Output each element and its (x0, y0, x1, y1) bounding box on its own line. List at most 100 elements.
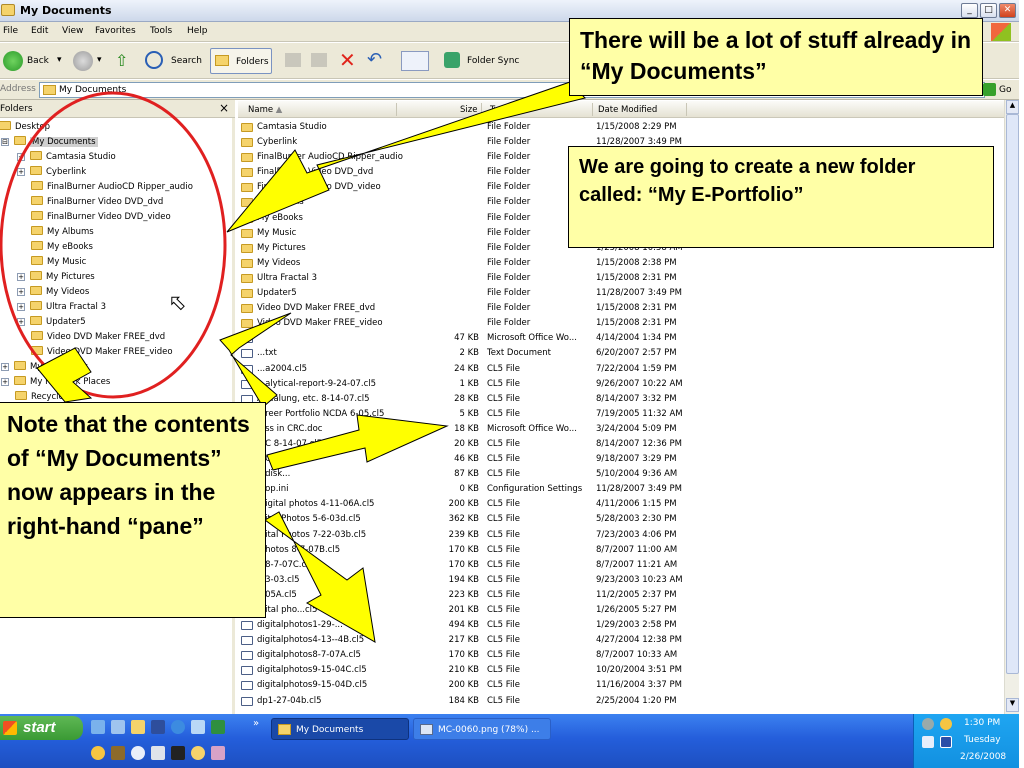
menu-edit[interactable]: Edit (31, 26, 48, 36)
file-row[interactable]: ...C 8-14-07.cl5 20 KB CL5 File 8/14/2007 1… (241, 437, 1001, 452)
column-divider[interactable] (481, 103, 482, 116)
tree-expander-icon[interactable]: + (17, 273, 25, 281)
undo-icon[interactable]: ↶ (367, 49, 382, 71)
file-row[interactable]: ...C C... 46 KB CL5 File 9/18/2007 3:29 PM (241, 452, 1001, 467)
back-arrow-icon[interactable] (3, 51, 23, 71)
quick-launch-icon[interactable] (91, 720, 105, 734)
search-button-label[interactable]: Search (171, 56, 202, 66)
quick-launch-icon[interactable] (211, 746, 225, 760)
tree-expander-icon[interactable]: + (17, 303, 25, 311)
tray-icon[interactable] (922, 718, 934, 730)
tree-item[interactable]: + My Videos (0, 286, 233, 301)
menu-view[interactable]: View (62, 26, 83, 36)
quick-launch-icon[interactable] (131, 746, 145, 760)
column-name[interactable]: Name ▲ (248, 105, 282, 115)
tree-item[interactable]: Desktop (0, 121, 233, 136)
tree-item[interactable]: My Albums (0, 226, 233, 241)
quick-launch-expand-icon[interactable]: » (253, 718, 259, 729)
column-divider[interactable] (396, 103, 397, 116)
clock-time[interactable]: 1:30 PM (964, 718, 1000, 728)
search-icon[interactable] (145, 51, 163, 69)
file-row[interactable]: Camtasia Studio File Folder 1/15/2008 2:29… (241, 120, 1001, 135)
file-row[interactable]: Video DVD Maker FREE_dvd File Folder 1/15/… (241, 301, 1001, 316)
quick-launch-icon[interactable] (131, 720, 145, 734)
column-divider[interactable] (686, 103, 687, 116)
excel-icon[interactable] (211, 720, 225, 734)
scroll-down-icon[interactable]: ▼ (1006, 698, 1019, 712)
file-row[interactable]: ...txt 2 KB Text Document 6/20/2007 2:57 PM (241, 346, 1001, 361)
quick-launch-icon[interactable] (151, 720, 165, 734)
tree-item[interactable]: FinalBurner AudioCD Ripper_audio (0, 181, 233, 196)
tree-item[interactable]: + My Computer (0, 361, 233, 376)
up-folder-icon[interactable]: ⇧ (115, 52, 133, 70)
file-row[interactable]: ...8-7-07C.cl5 170 KB CL5 File 8/7/2007 11:… (241, 558, 1001, 573)
file-row[interactable]: ...ital Photos 7-22-03b.cl5 239 KB CL5 Fil… (241, 528, 1001, 543)
file-row[interactable]: ...3-03.cl5 194 KB CL5 File 9/23/2003 10:23… (241, 573, 1001, 588)
file-row[interactable]: dp1-27-04b.cl5 184 KB CL5 File 2/25/2004 1:… (241, 694, 1001, 709)
tree-expander-icon[interactable]: + (17, 288, 25, 296)
folders-button[interactable]: Folders (210, 48, 272, 74)
column-date-modified[interactable]: Date Modified (598, 105, 657, 115)
internet-explorer-icon[interactable] (171, 720, 185, 734)
move-to-icon[interactable] (285, 53, 301, 67)
file-row[interactable]: ...op.ini 0 KB Configuration Settings 11/28… (241, 482, 1001, 497)
tree-expander-icon[interactable]: + (17, 318, 25, 326)
quick-launch-icon[interactable] (91, 746, 105, 760)
close-window-button[interactable]: ✕ (999, 3, 1016, 18)
file-row[interactable]: ...ital pho...cl5 201 KB CL5 File 1/26/2005… (241, 603, 1001, 618)
folder-sync-label[interactable]: Folder Sync (467, 56, 519, 66)
file-row[interactable]: ...igital photos 4-11-06A.cl5 200 KB CL5 F… (241, 497, 1001, 512)
menu-help[interactable]: Help (187, 26, 208, 36)
maximize-button[interactable]: □ (980, 3, 997, 18)
taskbar-button-image-viewer[interactable]: MC-0060.png (78%) ... (413, 718, 551, 740)
tree-item[interactable]: + My Network Places (0, 376, 233, 391)
file-row[interactable]: digitalphotos1-29-... 494 KB CL5 File 1/29/… (241, 618, 1001, 633)
tree-item[interactable]: FinalBurner Video DVD_video (0, 211, 233, 226)
go-button[interactable]: Go (983, 80, 1019, 100)
menu-file[interactable]: File (3, 26, 18, 36)
file-row[interactable]: ...disk... 87 KB CL5 File 5/10/2004 9:36 AM (241, 467, 1001, 482)
tree-expander-icon[interactable]: + (17, 153, 25, 161)
folders-pane-close-icon[interactable]: × (219, 101, 229, 115)
views-button-icon[interactable] (401, 51, 429, 71)
column-divider[interactable] (592, 103, 593, 116)
file-row[interactable]: ...a2004.cl5 24 KB CL5 File 7/22/2004 1:59 … (241, 362, 1001, 377)
scroll-up-icon[interactable]: ▲ (1006, 100, 1019, 114)
tree-item[interactable]: Video DVD Maker FREE_video (0, 346, 233, 361)
forward-arrow-icon[interactable] (73, 51, 93, 71)
file-row[interactable]: Video DVD Maker FREE_video File Folder 1/1… (241, 316, 1001, 331)
column-type[interactable]: Type (490, 105, 510, 115)
file-row[interactable]: ...hotos 8-7-07B.cl5 170 KB CL5 File 8/7/20… (241, 543, 1001, 558)
column-size[interactable]: Size (460, 105, 477, 115)
file-row[interactable]: ...ital Photos 5-6-03d.cl5 362 KB CL5 File… (241, 512, 1001, 527)
security-shield-icon[interactable] (940, 736, 952, 748)
file-row[interactable]: digitalphotos4-13--4B.cl5 217 KB CL5 File 4… (241, 633, 1001, 648)
taskbar-button-my-documents[interactable]: My Documents (271, 718, 409, 740)
back-dropdown-icon[interactable]: ▾ (57, 55, 62, 65)
menu-tools[interactable]: Tools (150, 26, 172, 36)
quick-launch-icon[interactable] (151, 746, 165, 760)
tree-item[interactable]: + My Pictures (0, 271, 233, 286)
file-row[interactable]: Ultra Fractal 3 File Folder 1/15/2008 2:31… (241, 271, 1001, 286)
tree-item[interactable]: + Ultra Fractal 3 (0, 301, 233, 316)
file-row[interactable]: ...05A.cl5 223 KB CL5 File 11/2/2005 2:37 P… (241, 588, 1001, 603)
quick-launch-icon[interactable] (111, 720, 125, 734)
quick-launch-icon[interactable] (111, 746, 125, 760)
network-icon[interactable] (922, 736, 934, 748)
forward-dropdown-icon[interactable]: ▾ (97, 55, 102, 65)
file-row[interactable]: digitalphotos9-15-04D.cl5 200 KB CL5 File 1… (241, 678, 1001, 693)
folder-sync-icon[interactable] (444, 52, 460, 68)
file-row[interactable]: Aqualung, etc. 8-14-07.cl5 28 KB CL5 File 8… (241, 392, 1001, 407)
file-row[interactable]: ...reer Portfolio NCDA 6-05.cl5 5 KB CL5 F… (241, 407, 1001, 422)
tree-expander-icon[interactable]: + (1, 363, 9, 371)
menu-favorites[interactable]: Favorites (95, 26, 136, 36)
file-row[interactable]: My Videos File Folder 1/15/2008 2:38 PM (241, 256, 1001, 271)
start-button[interactable]: start (0, 716, 83, 740)
tree-item[interactable]: ⊟ My Documents (0, 136, 233, 151)
scroll-thumb[interactable] (1006, 114, 1019, 674)
delete-icon[interactable]: ✕ (339, 49, 356, 71)
tree-item[interactable]: FinalBurner Video DVD_dvd (0, 196, 233, 211)
file-row[interactable]: 47 KB Microsoft Office Wo... 4/14/2004 1:3… (241, 331, 1001, 346)
tree-expander-icon[interactable]: ⊟ (1, 138, 9, 146)
file-row[interactable]: digitalphotos8-7-07A.cl5 170 KB CL5 File 8/… (241, 648, 1001, 663)
